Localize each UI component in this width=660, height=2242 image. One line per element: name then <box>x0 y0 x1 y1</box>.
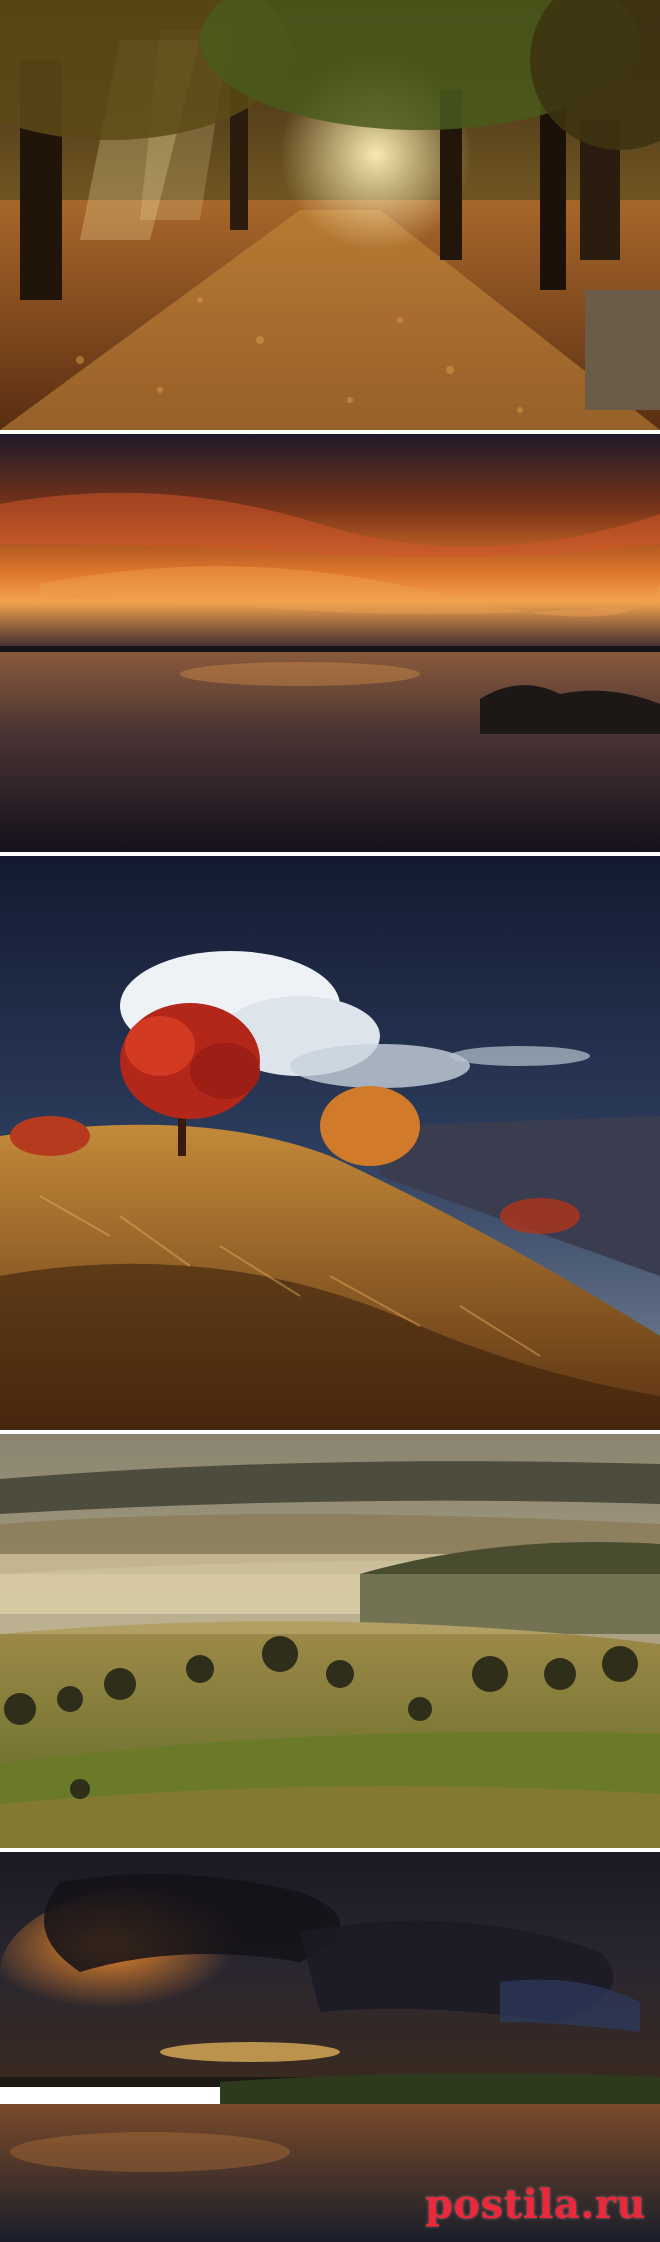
autumn-alley-image <box>0 0 660 430</box>
watermark-text: postila.ru <box>424 2181 646 2228</box>
photo-stormy-sunset-river: postila.ru <box>0 1852 660 2242</box>
autumn-hill-image <box>0 856 660 1430</box>
photo-sunset-lake <box>0 434 660 852</box>
misty-valley-image <box>0 1434 660 1848</box>
photo-misty-valley <box>0 1434 660 1848</box>
sunset-lake-image <box>0 434 660 852</box>
photo-autumn-hill-tree <box>0 856 660 1430</box>
photo-autumn-alley <box>0 0 660 430</box>
